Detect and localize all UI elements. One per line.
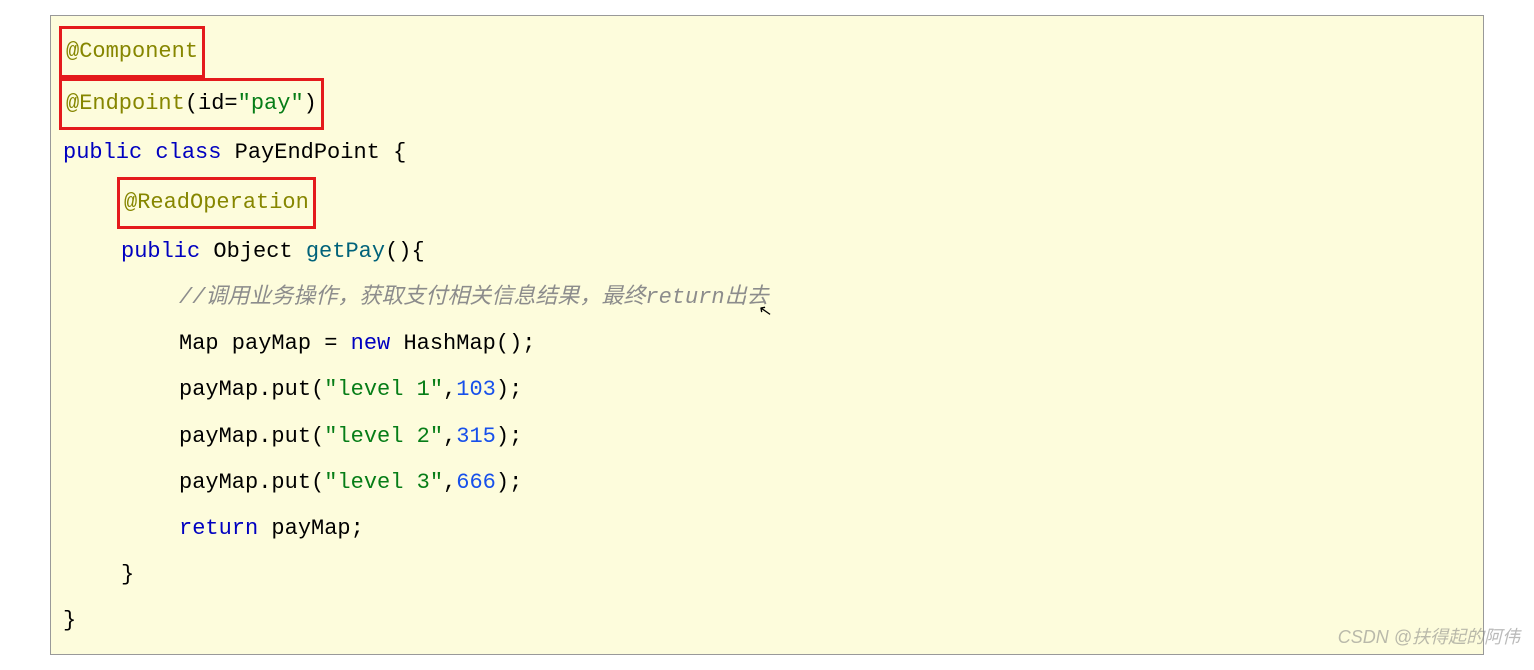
highlight-readoperation: @ReadOperation xyxy=(117,177,316,229)
highlight-component: @Component xyxy=(59,26,205,78)
code-line-3: public class PayEndPoint { xyxy=(63,130,1473,176)
code-line-5: public Object getPay(){ xyxy=(63,229,1473,275)
code-line-10: payMap.put("level 3",666); xyxy=(63,460,1473,506)
code-line-8: payMap.put("level 1",103); xyxy=(63,367,1473,413)
code-line-6: //调用业务操作，获取支付相关信息结果，最终return出去 xyxy=(63,275,1473,321)
code-line-11: return payMap; xyxy=(63,506,1473,552)
code-line-7: Map payMap = new HashMap(); xyxy=(63,321,1473,367)
code-block: @Component @Endpoint(id="pay") public cl… xyxy=(50,15,1484,655)
code-line-4: @ReadOperation xyxy=(63,177,1473,229)
code-line-13: } xyxy=(63,598,1473,644)
code-line-9: payMap.put("level 2",315); xyxy=(63,414,1473,460)
code-line-2: @Endpoint(id="pay") xyxy=(63,78,1473,130)
code-line-12: } xyxy=(63,552,1473,598)
highlight-endpoint: @Endpoint(id="pay") xyxy=(59,78,324,130)
code-line-1: @Component xyxy=(63,26,1473,78)
